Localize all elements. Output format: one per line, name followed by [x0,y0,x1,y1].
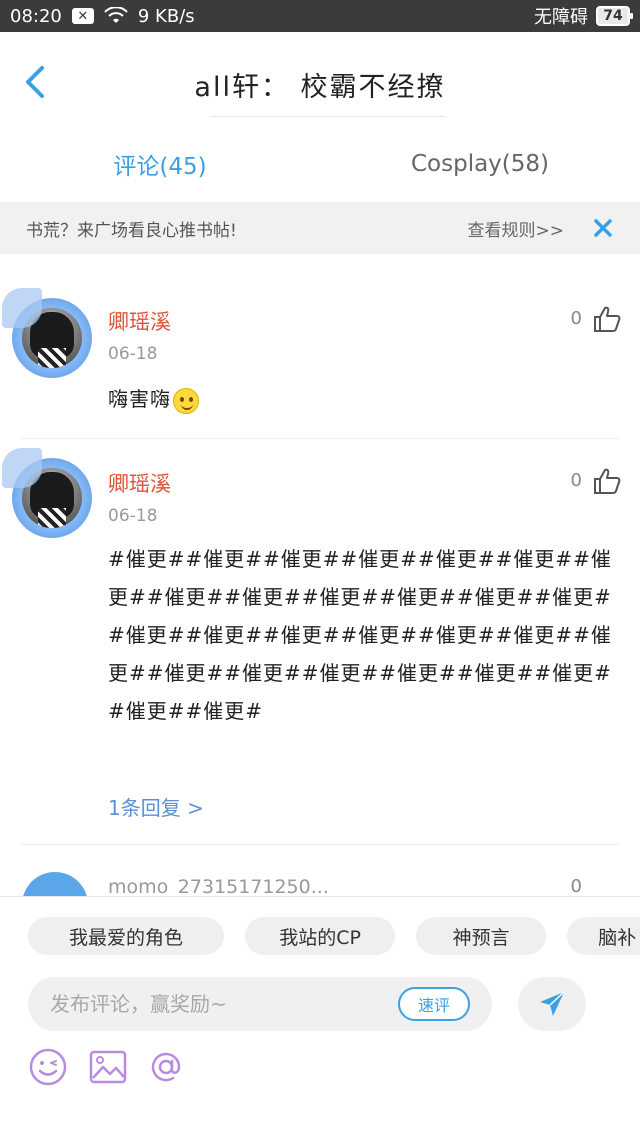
header-divider [210,116,445,117]
tab-comments[interactable]: 评论(45) [0,128,320,200]
thumbs-up-icon[interactable] [592,466,622,496]
comment-item: 卿瑶溪 06-18 0 #催更##催更##催更##催更##催更##催更##催更#… [0,440,640,842]
like-count: 0 [570,876,582,897]
like-count: 0 [570,470,582,491]
wifi-icon [104,7,128,23]
network-speed: 9 KB/s [137,5,195,27]
image-icon[interactable] [88,1047,128,1087]
comment-username[interactable]: momo_27315171250... [108,876,329,898]
comment-text: #催更##催更##催更##催更##催更##催更##催更##催更##催更##催更#… [108,547,612,723]
page-title: all轩： 校霸不经撩 [194,72,446,103]
comment-input-box: 速评 [28,977,492,1031]
battery-icon: 74 [596,6,633,26]
avatar[interactable] [2,288,94,380]
thumbs-up-icon[interactable] [592,304,622,334]
quick-tag-chip[interactable]: 我最爱的角色 [28,917,224,955]
avatar-wing-decoration [2,448,42,488]
notice-bar: 书荒？来广场看良心推书帖! 查看规则>> [0,202,640,254]
view-rules-link[interactable]: 查看规则>> [468,216,565,241]
comment-username[interactable]: 卿瑶溪 [108,468,171,498]
comment-text-content: 嗨害嗨 [108,387,171,411]
avatar-wing-decoration [2,288,42,328]
close-icon[interactable] [592,217,614,239]
quick-tag-chip[interactable]: 神预言 [416,917,547,955]
send-button[interactable] [518,977,586,1031]
comment-divider [20,844,620,845]
comment-input[interactable] [50,977,390,1031]
quick-tag-chip[interactable]: 我站的CP [245,917,396,955]
quick-review-button[interactable]: 速评 [398,987,470,1021]
accessibility-label: 无障碍 [534,7,588,28]
comment-date: 06-18 [108,344,158,364]
comment-text: 嗨害嗨 [108,380,620,418]
emoji-icon[interactable] [28,1047,68,1087]
status-time: 08:20 [10,5,62,27]
notice-text[interactable]: 书荒？来广场看良心推书帖! [26,216,237,241]
status-bar: 08:20 ✕ 9 KB/s 无障碍 74 [0,0,640,32]
comment-divider [20,438,620,439]
quick-tag-chip[interactable]: 脑补 [567,917,640,955]
quick-tag-list: 我最爱的角色 我站的CP 神预言 脑补 [28,917,640,957]
comment-username[interactable]: 卿瑶溪 [108,306,171,336]
notification-close-icon: ✕ [71,8,94,24]
tab-cosplay[interactable]: Cosplay(58) [320,128,640,200]
comment-item: 卿瑶溪 06-18 0 嗨害嗨 [0,278,640,438]
battery-level: 74 [603,8,623,24]
comment-composer-panel: 我最爱的角色 我站的CP 神预言 脑补 速评 [0,896,640,1138]
avatar[interactable] [2,448,94,540]
like-count: 0 [570,308,582,329]
tab-bar: 评论(45) Cosplay(58) [0,128,640,200]
smile-emoji-icon [173,387,199,414]
mention-at-icon[interactable] [146,1047,186,1087]
send-icon [540,991,565,1016]
comment-date: 06-18 [108,506,158,526]
view-replies-link[interactable]: 1条回复 > [108,792,204,821]
header: all轩： 校霸不经撩 [0,32,640,128]
